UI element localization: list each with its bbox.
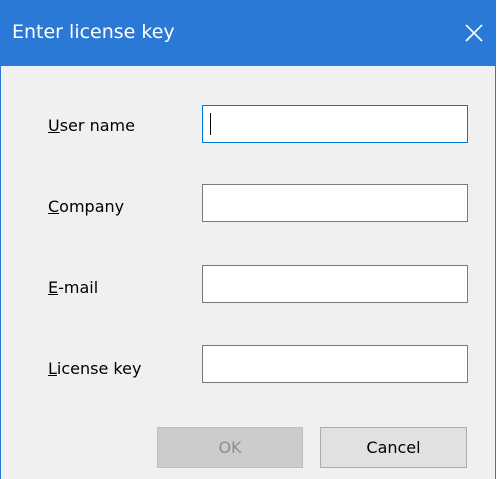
email-input[interactable]: [202, 265, 468, 303]
text-caret: [210, 113, 211, 135]
ok-button[interactable]: OK: [157, 427, 303, 468]
company-input[interactable]: [202, 184, 468, 222]
user-name-input[interactable]: [202, 105, 468, 143]
license-key-input[interactable]: [202, 345, 468, 383]
user-name-label: User name: [48, 116, 135, 135]
company-label: Company: [48, 197, 125, 216]
title-bar[interactable]: Enter license key: [1, 0, 495, 66]
close-icon[interactable]: [457, 16, 491, 50]
cancel-button[interactable]: Cancel: [320, 427, 467, 468]
license-key-label: License key: [48, 359, 142, 378]
license-dialog: Enter license key: [0, 0, 496, 479]
email-label: E-mail: [48, 278, 99, 297]
dialog-title: Enter license key: [12, 21, 175, 43]
